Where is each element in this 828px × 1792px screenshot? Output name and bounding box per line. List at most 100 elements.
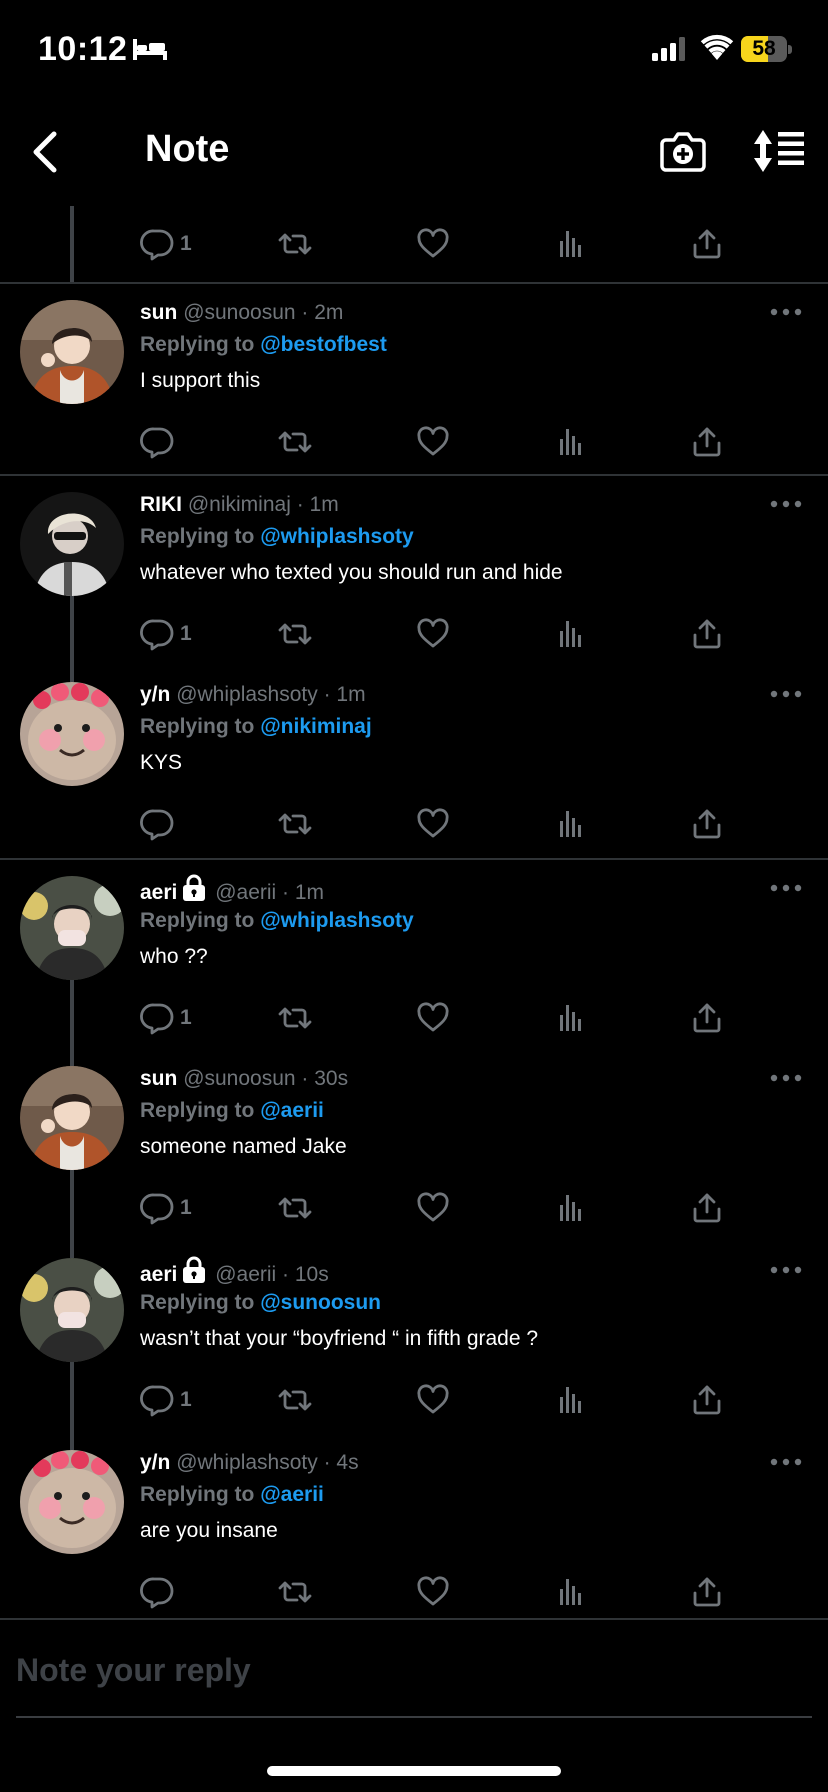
- avatar[interactable]: [20, 492, 124, 596]
- share-icon: [693, 619, 721, 649]
- display-name[interactable]: sun: [140, 1067, 177, 1090]
- share-button[interactable]: [690, 998, 724, 1038]
- views-button[interactable]: [554, 1380, 588, 1420]
- views-button[interactable]: [554, 224, 588, 264]
- views-icon: [560, 1005, 581, 1031]
- tweet[interactable]: sun @sunoosun · 2m Replying to @bestofbes…: [0, 282, 828, 474]
- reply-button[interactable]: 1: [140, 224, 192, 264]
- share-button[interactable]: [690, 1572, 724, 1612]
- mention-link[interactable]: @whiplashsoty: [260, 525, 414, 548]
- share-button[interactable]: [690, 422, 724, 462]
- retweet-button[interactable]: [278, 804, 312, 844]
- views-button[interactable]: [554, 1572, 588, 1612]
- tweet[interactable]: y/n @whiplashsoty · 4s Replying to @aerii…: [0, 1434, 828, 1626]
- mention-link[interactable]: @aerii: [260, 1099, 324, 1122]
- avatar[interactable]: [20, 1258, 124, 1362]
- display-name[interactable]: sun: [140, 301, 177, 324]
- tweet-actions: 1: [0, 224, 828, 264]
- retweet-button[interactable]: [278, 224, 312, 264]
- like-icon: [417, 426, 449, 456]
- more-icon[interactable]: [770, 306, 802, 318]
- tweet[interactable]: aeri @aerii · 10s Replying to @sunoosun wa…: [0, 1242, 828, 1434]
- more-icon[interactable]: [770, 882, 802, 894]
- handle-and-time: @aerii · 10s: [215, 1263, 329, 1286]
- views-button[interactable]: [554, 422, 588, 462]
- like-button[interactable]: [416, 1380, 450, 1420]
- replying-to-label: Replying to: [140, 1099, 255, 1122]
- share-button[interactable]: [690, 224, 724, 264]
- views-button[interactable]: [554, 1188, 588, 1228]
- retweet-button[interactable]: [278, 998, 312, 1038]
- avatar[interactable]: [20, 1450, 124, 1554]
- reply-icon: [140, 427, 174, 459]
- avatar[interactable]: [20, 682, 124, 786]
- reply-button[interactable]: 1: [140, 1188, 192, 1228]
- share-button[interactable]: [690, 804, 724, 844]
- mention-link[interactable]: @aerii: [260, 1483, 324, 1506]
- retweet-button[interactable]: [278, 1380, 312, 1420]
- tweet[interactable]: RIKI @nikiminaj · 1m Replying to @whiplas…: [0, 474, 828, 668]
- retweet-button[interactable]: [278, 1572, 312, 1612]
- more-icon[interactable]: [770, 688, 802, 700]
- reply-input[interactable]: [16, 1648, 796, 1692]
- display-name[interactable]: RIKI: [140, 493, 182, 516]
- like-button[interactable]: [416, 422, 450, 462]
- like-button[interactable]: [416, 998, 450, 1038]
- more-icon[interactable]: [770, 1456, 802, 1468]
- retweet-button[interactable]: [278, 614, 312, 654]
- more-icon[interactable]: [770, 1072, 802, 1084]
- like-button[interactable]: [416, 804, 450, 844]
- reply-count: 1: [180, 1006, 192, 1029]
- tweet[interactable]: sun @sunoosun · 30s Replying to @aerii som…: [0, 1050, 828, 1242]
- home-indicator[interactable]: [267, 1766, 561, 1776]
- composer-divider: [16, 1716, 812, 1718]
- reply-button[interactable]: [140, 804, 180, 844]
- like-button[interactable]: [416, 224, 450, 264]
- mention-link[interactable]: @whiplashsoty: [260, 909, 414, 932]
- views-button[interactable]: [554, 614, 588, 654]
- reply-count: 1: [180, 1388, 192, 1411]
- more-icon[interactable]: [770, 1264, 802, 1276]
- like-button[interactable]: [416, 1572, 450, 1612]
- share-button[interactable]: [690, 1188, 724, 1228]
- views-icon: [560, 1195, 581, 1221]
- display-name[interactable]: aeri: [140, 881, 177, 904]
- reply-button[interactable]: [140, 422, 180, 462]
- status-bar: 10:12 58: [0, 0, 828, 100]
- mention-link[interactable]: @sunoosun: [260, 1291, 381, 1314]
- display-name[interactable]: y/n: [140, 1451, 170, 1474]
- avatar[interactable]: [20, 1066, 124, 1170]
- replying-to-label: Replying to: [140, 333, 255, 356]
- reply-button[interactable]: 1: [140, 614, 192, 654]
- reply-count: 1: [180, 232, 192, 255]
- reply-button[interactable]: 1: [140, 998, 192, 1038]
- share-button[interactable]: [690, 614, 724, 654]
- retweet-button[interactable]: [278, 1188, 312, 1228]
- share-button[interactable]: [690, 1380, 724, 1420]
- reply-button[interactable]: [140, 1572, 180, 1612]
- back-arrow-icon[interactable]: [26, 128, 66, 176]
- camera-plus-icon[interactable]: [660, 128, 706, 174]
- avatar[interactable]: [20, 876, 124, 980]
- reply-count: 1: [180, 622, 192, 645]
- views-button[interactable]: [554, 804, 588, 844]
- sort-icon[interactable]: [752, 128, 806, 174]
- tweet-header: sun @sunoosun · 2m: [140, 298, 343, 328]
- thread-connector: [70, 666, 74, 682]
- tweet[interactable]: y/n @whiplashsoty · 1m Replying to @nikim…: [0, 666, 828, 858]
- display-name[interactable]: aeri: [140, 1263, 177, 1286]
- like-button[interactable]: [416, 614, 450, 654]
- retweet-button[interactable]: [278, 422, 312, 462]
- reply-button[interactable]: 1: [140, 1380, 192, 1420]
- avatar[interactable]: [20, 300, 124, 404]
- tweet-header: y/n @whiplashsoty · 1m: [140, 680, 366, 710]
- tweet[interactable]: aeri @aerii · 1m Replying to @whiplashsot…: [0, 858, 828, 1052]
- mention-link[interactable]: @bestofbest: [260, 333, 387, 356]
- tweet-text: KYS: [140, 751, 183, 774]
- more-icon[interactable]: [770, 498, 802, 510]
- share-icon: [693, 427, 721, 457]
- views-button[interactable]: [554, 998, 588, 1038]
- mention-link[interactable]: @nikiminaj: [260, 715, 372, 738]
- like-button[interactable]: [416, 1188, 450, 1228]
- display-name[interactable]: y/n: [140, 683, 170, 706]
